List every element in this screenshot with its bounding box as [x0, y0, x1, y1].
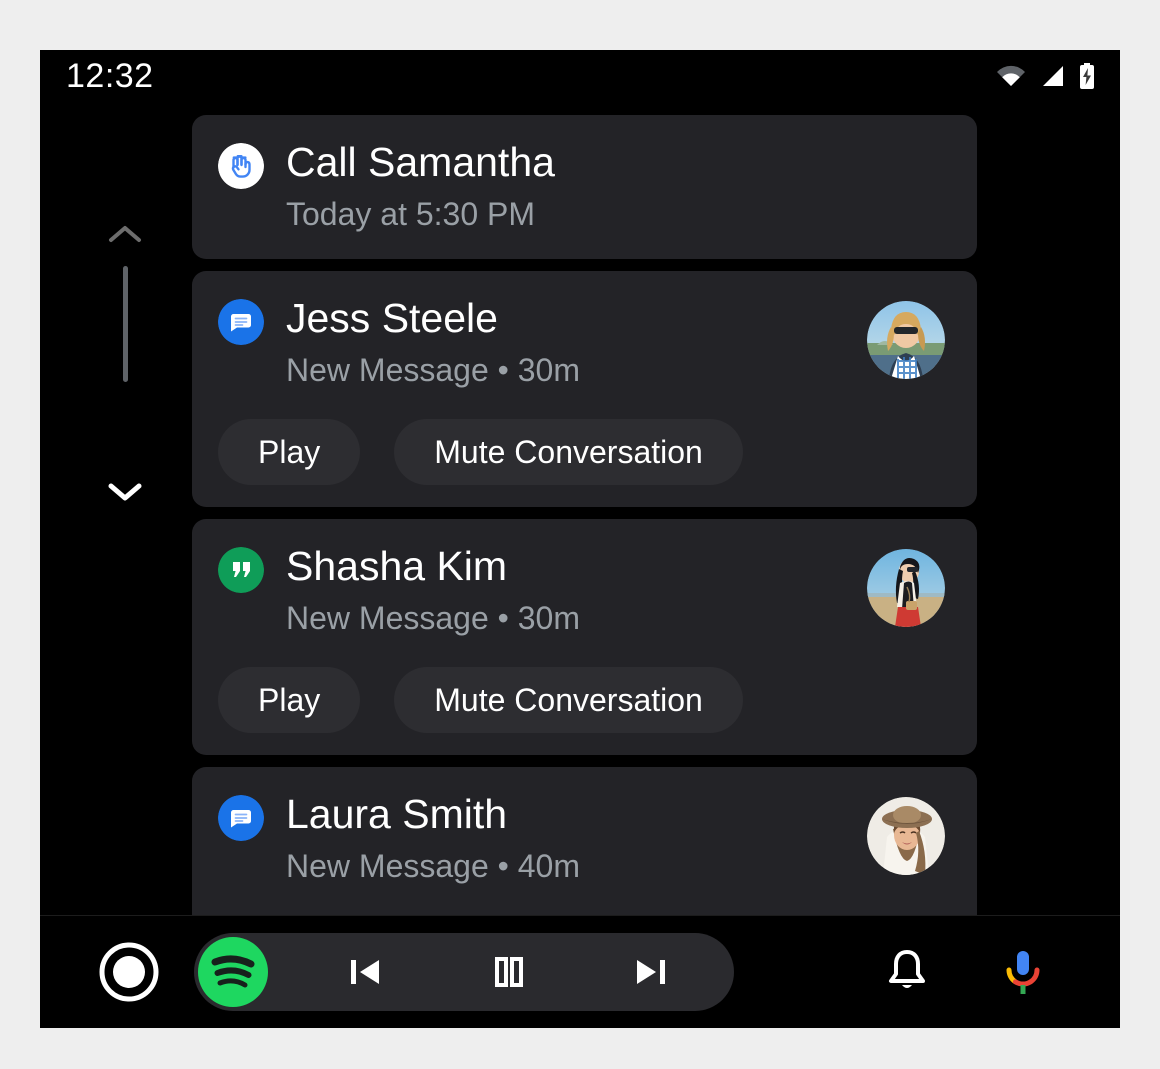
card-text: Call Samantha Today at 5:30 PM [286, 137, 951, 237]
notification-list[interactable]: Call Samantha Today at 5:30 PM Jess Stee… [40, 102, 1120, 968]
reminder-finger-string-icon [218, 143, 264, 189]
google-messages-icon [218, 795, 264, 841]
status-icon-group [996, 62, 1096, 90]
notification-title: Jess Steele [286, 295, 498, 341]
bottom-right-icons [880, 943, 1050, 1001]
home-circle-icon[interactable] [98, 941, 160, 1003]
avatar-jess-steele [867, 301, 945, 379]
avatar-laura-smith [867, 797, 945, 875]
notification-subtitle: New Message • 30m [286, 600, 580, 636]
device-screen: Call Samantha Today at 5:30 PM Jess Stee… [40, 50, 1120, 1028]
notification-card-call-samantha[interactable]: Call Samantha Today at 5:30 PM [192, 115, 977, 259]
notification-title: Shasha Kim [286, 543, 508, 589]
scrollbar-thumb[interactable] [123, 266, 128, 382]
notification-subtitle: Today at 5:30 PM [286, 196, 536, 232]
card-actions: Play Mute Conversation [218, 419, 951, 485]
avatar-shasha-kim [867, 549, 945, 627]
card-header: Jess Steele New Message • 30m [218, 293, 951, 393]
media-transport-controls [270, 944, 734, 1000]
pause-icon[interactable] [480, 944, 536, 1000]
media-control-pill [194, 933, 734, 1011]
cellular-signal-icon [1039, 64, 1065, 88]
hangouts-icon [218, 547, 264, 593]
card-actions: Play Mute Conversation [218, 667, 951, 733]
notification-card-jess-steele[interactable]: Jess Steele New Message • 30m Play Mute … [192, 271, 977, 507]
notification-subtitle: New Message • 30m [286, 352, 580, 388]
notification-subtitle: New Message • 40m [286, 848, 580, 884]
mute-conversation-button[interactable]: Mute Conversation [394, 667, 743, 733]
status-bar: 12:32 [40, 50, 1120, 102]
notification-card-shasha-kim[interactable]: Shasha Kim New Message • 30m Play Mute C… [192, 519, 977, 755]
notification-title: Laura Smith [286, 791, 508, 837]
chevron-up-icon[interactable] [95, 216, 155, 252]
wifi-icon [996, 64, 1026, 88]
card-header: Shasha Kim New Message • 30m [218, 541, 951, 641]
bottom-navigation-bar [40, 915, 1120, 1028]
card-header: Call Samantha Today at 5:30 PM [218, 137, 951, 237]
google-assistant-mic-icon[interactable] [996, 943, 1050, 1001]
card-header: Laura Smith New Message • 40m [218, 789, 951, 889]
notification-title: Call Samantha [286, 139, 555, 185]
chevron-down-icon[interactable] [95, 474, 155, 510]
status-clock: 12:32 [66, 57, 154, 95]
play-button[interactable]: Play [218, 667, 361, 733]
skip-previous-icon[interactable] [337, 944, 393, 1000]
spotify-icon[interactable] [196, 935, 270, 1009]
notification-cards: Call Samantha Today at 5:30 PM Jess Stee… [192, 115, 977, 968]
skip-next-icon[interactable] [623, 944, 679, 1000]
card-text: Laura Smith New Message • 40m [286, 789, 867, 889]
card-text: Jess Steele New Message • 30m [286, 293, 867, 393]
play-button[interactable]: Play [218, 419, 361, 485]
battery-charging-icon [1078, 62, 1096, 90]
mute-conversation-button[interactable]: Mute Conversation [394, 419, 743, 485]
page-root: Call Samantha Today at 5:30 PM Jess Stee… [0, 0, 1160, 1069]
scroll-rail [85, 102, 165, 968]
card-text: Shasha Kim New Message • 30m [286, 541, 867, 641]
google-messages-icon [218, 299, 264, 345]
bell-icon[interactable] [880, 943, 934, 1001]
